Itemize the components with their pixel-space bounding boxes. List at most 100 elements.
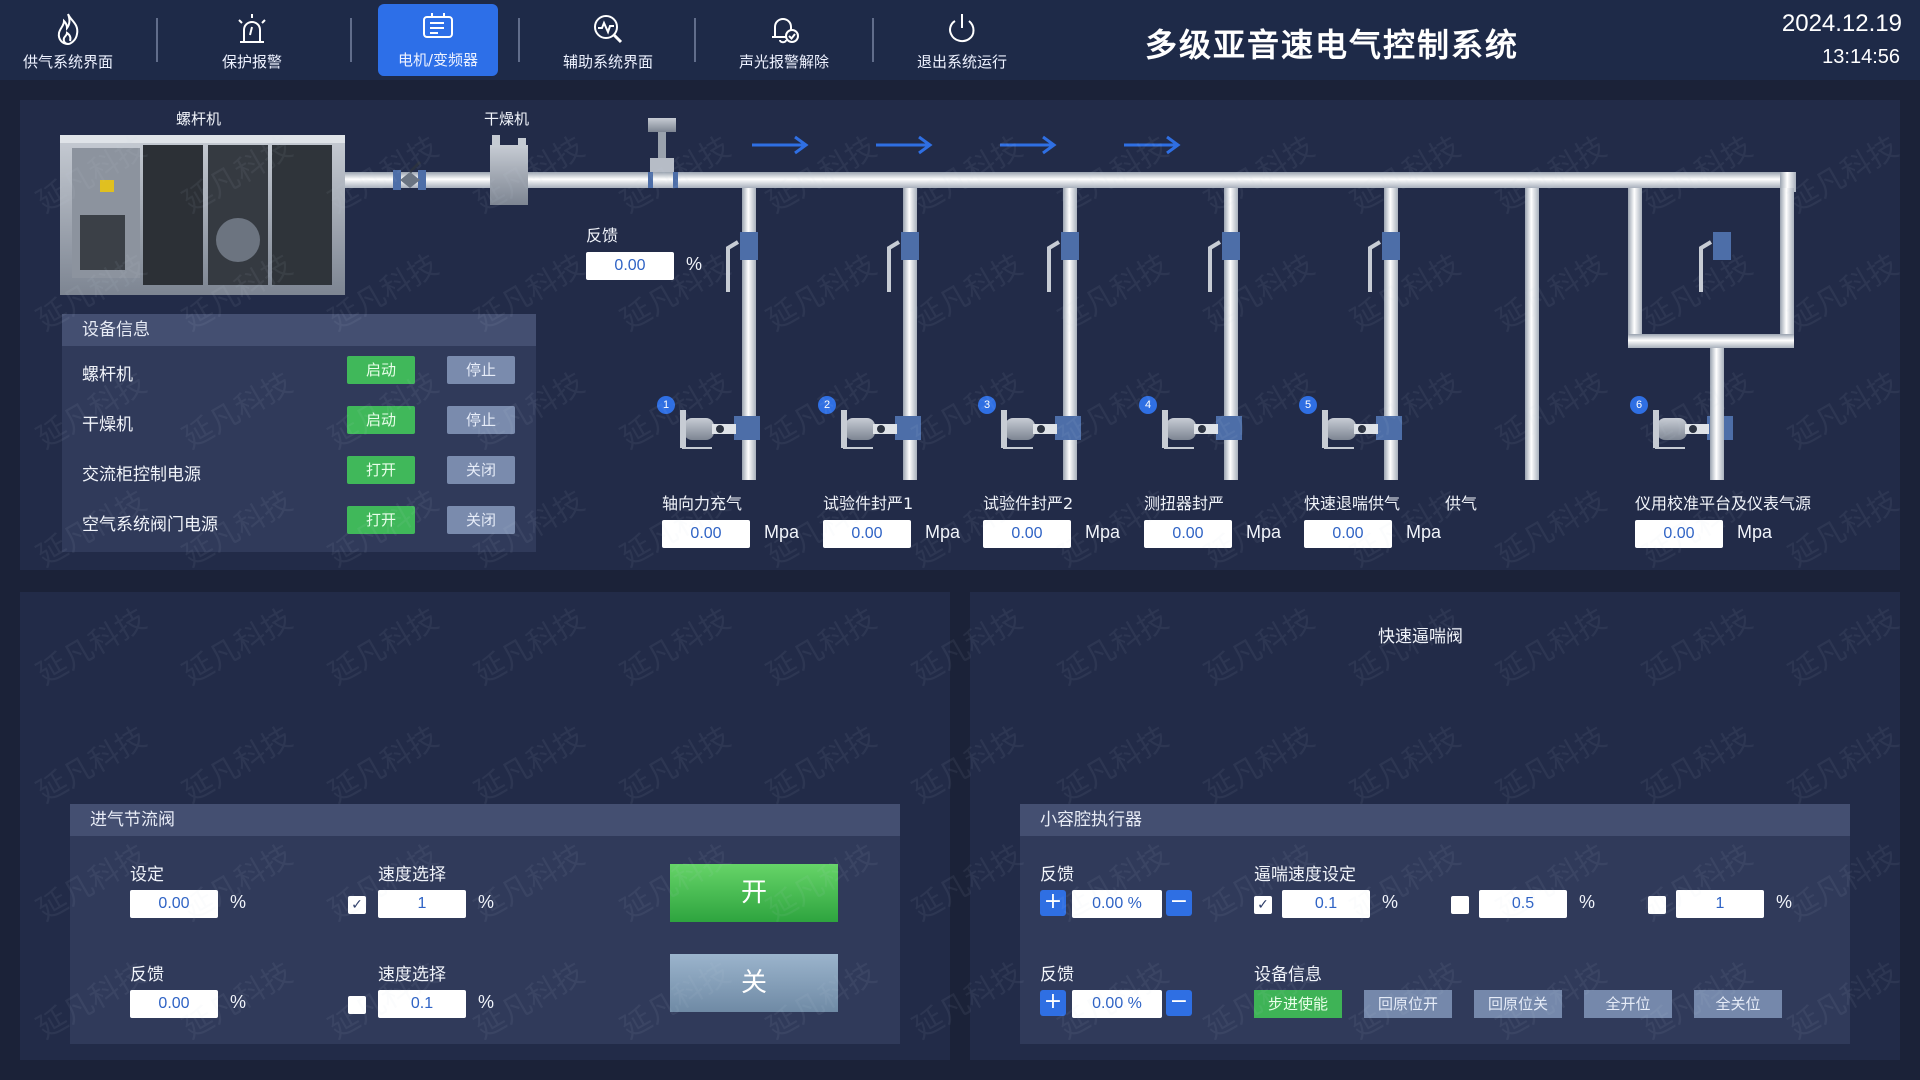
- unit: %: [1776, 892, 1793, 912]
- surge-speed-checkbox[interactable]: [1648, 896, 1666, 914]
- set-label: 设定: [130, 865, 164, 885]
- unit: %: [478, 992, 495, 1012]
- pressure-unit: Mpa: [925, 522, 961, 542]
- device-off-button[interactable]: 关闭: [447, 456, 515, 484]
- actuator-feedback-2-value: 0.00 %: [1072, 990, 1162, 1018]
- pressure-unit: Mpa: [1246, 522, 1282, 542]
- unit: %: [230, 892, 247, 912]
- decrease-button[interactable]: −: [1166, 890, 1192, 916]
- device-row-label: 空气系统阀门电源: [82, 515, 218, 535]
- set-value-input[interactable]: 0.00: [130, 890, 218, 918]
- feedback-unit: %: [1127, 995, 1142, 1012]
- branch-number-badge: 1: [657, 396, 675, 414]
- home-open-button[interactable]: 回原位开: [1364, 990, 1452, 1018]
- speed-1-checkbox[interactable]: ✓: [348, 896, 366, 914]
- surge-speed-label: 逼喘速度设定: [1254, 865, 1356, 885]
- flow-direction-arrows: [752, 135, 1181, 155]
- branch-pressure-value: 0.00: [1635, 520, 1723, 548]
- surge-speed-checkbox[interactable]: [1451, 896, 1469, 914]
- dryer-label: 干燥机: [484, 110, 530, 128]
- branch-label: 测扭器封严: [1144, 494, 1225, 513]
- pressure-unit: Mpa: [1737, 522, 1773, 542]
- pressure-unit: Mpa: [764, 522, 800, 542]
- actuator-feedback-label: 反馈: [1040, 965, 1074, 985]
- surge-valve-label: 快速逼喘阀: [1378, 627, 1463, 647]
- valve-close-button[interactable]: 关: [670, 954, 838, 1012]
- branch-number-badge: 3: [978, 396, 996, 414]
- valve-feedback-label: 反馈: [586, 226, 619, 245]
- branch-pressure-value: 0.00: [823, 520, 911, 548]
- device-on-button[interactable]: 打开: [347, 456, 415, 484]
- device-off-button[interactable]: 停止: [447, 356, 515, 384]
- speed-select-label: 速度选择: [378, 865, 446, 885]
- main-header-pipe: [345, 172, 1785, 188]
- device-info-title: 设备信息: [62, 314, 536, 346]
- branch-number-badge: 5: [1299, 396, 1317, 414]
- speed-select-label: 速度选择: [378, 965, 446, 985]
- unit: %: [1579, 892, 1596, 912]
- intake-feedback-label: 反馈: [130, 965, 164, 985]
- feedback-number: 0.00: [1092, 895, 1124, 912]
- device-info-label: 设备信息: [1254, 965, 1322, 985]
- valve-open-button[interactable]: 开: [670, 864, 838, 922]
- branch-number-badge: 4: [1139, 396, 1157, 414]
- actuator-feedback-1-value: 0.00 %: [1072, 890, 1162, 918]
- device-on-button[interactable]: 打开: [347, 506, 415, 534]
- branch-label: 试验件封严1: [823, 494, 914, 513]
- device-off-button[interactable]: 停止: [447, 406, 515, 434]
- branch-label: 轴向力充气: [662, 494, 743, 513]
- valve-feedback-value: 0.00: [586, 252, 674, 280]
- increase-button[interactable]: +: [1040, 990, 1066, 1016]
- branch-pipes: [680, 188, 1733, 480]
- home-close-button[interactable]: 回原位关: [1474, 990, 1562, 1018]
- unit: %: [478, 892, 495, 912]
- feedback-unit: %: [1127, 895, 1142, 912]
- feedback-number: 0.00: [1092, 995, 1124, 1012]
- step-enable-button[interactable]: 步进使能: [1254, 990, 1342, 1018]
- pressure-unit: Mpa: [1406, 522, 1442, 542]
- branch-pipe: [1525, 188, 1539, 480]
- intake-throttle-title: 进气节流阀: [70, 804, 900, 836]
- branch-pressure-value: 0.00: [1304, 520, 1392, 548]
- surge-speed-value[interactable]: 1: [1676, 890, 1764, 918]
- device-row-label: 交流柜控制电源: [82, 465, 201, 485]
- pressure-unit: Mpa: [1085, 522, 1121, 542]
- instrument-air-loop: [1628, 188, 1794, 480]
- speed-2-value[interactable]: 0.1: [378, 990, 466, 1018]
- branch-valve: [1699, 232, 1731, 292]
- hmi-screen: 供气系统界面 保护报警 电机/变频器 辅助系统界面 声光报警解除 退出系统运行 …: [0, 0, 1920, 1080]
- compressor-label: 螺杆机: [176, 110, 222, 128]
- dryer-unit: [490, 135, 528, 205]
- screw-compressor-image: [60, 135, 345, 295]
- branch-number-badge: 6: [1630, 396, 1648, 414]
- branch-number-badge: 2: [818, 396, 836, 414]
- full-open-button[interactable]: 全开位: [1584, 990, 1672, 1018]
- branch-label: 供气: [1445, 494, 1478, 513]
- ball-valve: [393, 160, 426, 190]
- branch-pressure-value: 0.00: [983, 520, 1071, 548]
- full-close-button[interactable]: 全关位: [1694, 990, 1782, 1018]
- speed-1-value[interactable]: 1: [378, 890, 466, 918]
- surge-speed-value[interactable]: 0.1: [1282, 890, 1370, 918]
- branch-pressure-value: 0.00: [1144, 520, 1232, 548]
- device-row-label: 干燥机: [82, 415, 133, 435]
- branch-pressure-value: 0.00: [662, 520, 750, 548]
- device-row-label: 螺杆机: [82, 365, 133, 385]
- surge-speed-checkbox[interactable]: ✓: [1254, 896, 1272, 914]
- device-on-button[interactable]: 启动: [347, 356, 415, 384]
- branch-label: 快速退喘供气: [1304, 494, 1401, 513]
- device-off-button[interactable]: 关闭: [447, 506, 515, 534]
- branch-label: 仪用校准平台及仪表气源: [1635, 494, 1812, 513]
- decrease-button[interactable]: −: [1166, 990, 1192, 1016]
- percent-unit: %: [686, 254, 703, 274]
- branch-label: 试验件封严2: [983, 494, 1074, 513]
- surge-speed-value[interactable]: 0.5: [1479, 890, 1567, 918]
- unit: %: [1382, 892, 1399, 912]
- speed-2-checkbox[interactable]: [348, 996, 366, 1014]
- unit: %: [230, 992, 247, 1012]
- actuator-title: 小容腔执行器: [1020, 804, 1850, 836]
- increase-button[interactable]: +: [1040, 890, 1066, 916]
- device-on-button[interactable]: 启动: [347, 406, 415, 434]
- intake-feedback-value: 0.00: [130, 990, 218, 1018]
- actuator-feedback-label: 反馈: [1040, 865, 1074, 885]
